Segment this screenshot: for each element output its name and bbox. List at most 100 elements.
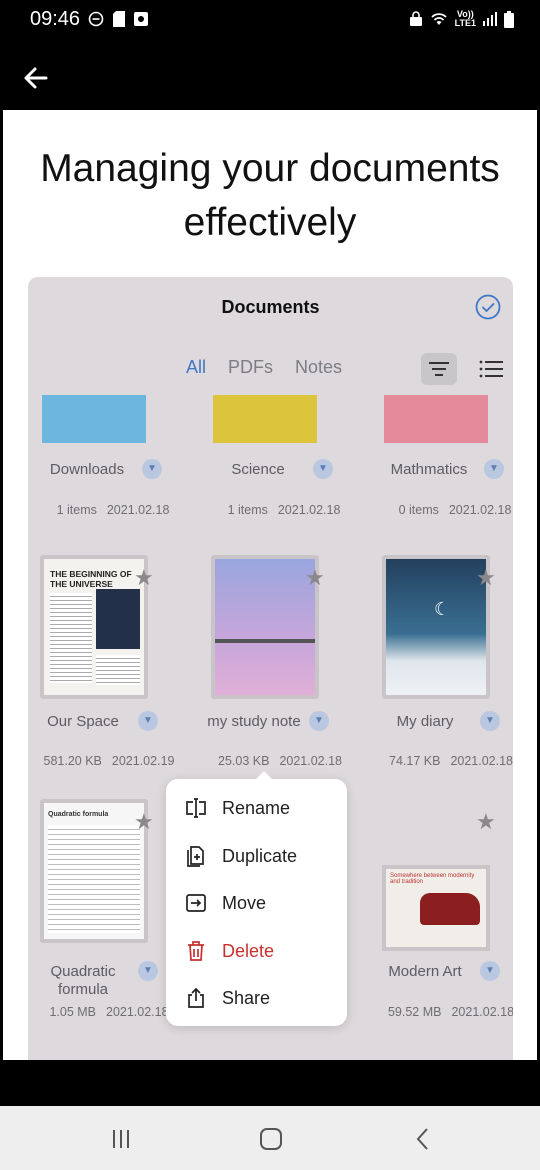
item-count: 0 items (398, 503, 439, 517)
folder-meta: 1 items 2021.02.18 (203, 503, 365, 517)
context-menu: Rename Duplicate Move Delete Share (166, 771, 347, 1026)
car-image (420, 893, 480, 925)
folder-meta: 0 items 2021.02.18 (374, 503, 513, 517)
star-icon[interactable]: ★ (305, 565, 325, 591)
dnd-icon (88, 11, 104, 27)
chevron-down-icon[interactable]: ▼ (484, 459, 504, 479)
menu-item-label: Share (222, 987, 271, 1008)
select-all-check-icon[interactable] (475, 294, 501, 320)
tab-bar: All PDFs Notes (186, 357, 342, 378)
system-nav-bar (0, 1106, 540, 1170)
file-thumbnail: ☾ (382, 555, 490, 699)
trash-icon (188, 941, 204, 961)
recent-apps-icon[interactable] (106, 1124, 136, 1154)
file-date: 2021.02.18 (106, 1005, 169, 1019)
thumbnail-title: Somewhere between modernity and traditio… (390, 873, 475, 885)
menu-item-label: Delete (222, 940, 275, 961)
battery-icon (504, 10, 514, 28)
folder-icon (42, 395, 146, 443)
file-name: Modern Art (388, 963, 462, 980)
menu-item-move[interactable]: Move (184, 888, 266, 918)
file-modern-art[interactable]: ★ Somewhere between modernity and tradit… (370, 799, 513, 1029)
chevron-down-icon[interactable]: ▼ (142, 459, 162, 479)
status-bar: 09:46 Vo)) LTE1 (0, 0, 540, 44)
move-icon (186, 894, 206, 912)
file-our-space[interactable]: THE BEGINNING OF THE UNIVERSE ★ Our Spac… (28, 555, 190, 775)
file-name-line-1: Quadratic (50, 963, 116, 980)
lock-icon (409, 11, 422, 26)
star-icon[interactable]: ★ (476, 809, 496, 835)
chevron-down-icon[interactable]: ▼ (480, 711, 500, 731)
headline-line-2: effectively (183, 201, 357, 244)
media-icon (134, 12, 148, 26)
folder-icon (213, 395, 317, 443)
thumbnail-text-lines (50, 593, 92, 683)
chevron-down-icon[interactable]: ▼ (138, 711, 158, 731)
file-thumbnail: Somewhere between modernity and traditio… (382, 865, 490, 951)
star-icon[interactable]: ★ (476, 565, 496, 591)
thumbnail-text-lines (96, 655, 140, 685)
file-size: 74.17 KB (389, 754, 441, 768)
item-count: 1 items (227, 503, 268, 517)
headline: Managing your documents effectively (3, 142, 537, 250)
notebook-band (215, 639, 315, 643)
headline-line-1: Managing your documents (40, 147, 500, 190)
thumbnail-title: Quadratic formula (48, 811, 109, 818)
file-thumbnail (211, 555, 319, 699)
folder-downloads[interactable]: Downloads ▼ 1 items 2021.02.18 (32, 395, 194, 525)
chevron-down-icon[interactable]: ▼ (138, 961, 158, 981)
file-date: 2021.02.18 (451, 1005, 513, 1019)
menu-item-delete[interactable]: Delete (184, 936, 274, 966)
bottom-spacer (0, 1060, 540, 1106)
menu-item-label: Rename (222, 797, 291, 818)
tab-notes[interactable]: Notes (295, 357, 342, 378)
item-date: 2021.02.18 (448, 503, 512, 517)
file-size: 581.20 KB (43, 754, 102, 768)
tab-pdfs[interactable]: PDFs (228, 357, 273, 378)
chevron-down-icon[interactable]: ▼ (313, 459, 333, 479)
rename-icon (186, 798, 206, 818)
file-size: 59.52 MB (387, 1005, 442, 1019)
thumbnail-title: THE BEGINNING OF THE UNIVERSE (50, 569, 132, 589)
chevron-down-icon[interactable]: ▼ (480, 961, 500, 981)
duplicate-icon (187, 846, 204, 867)
file-date: 2021.02.19 (111, 754, 175, 768)
file-my-study-note[interactable]: ★ my study note ▼ 25.03 KB 2021.02.18 (199, 555, 361, 775)
file-size: 1.05 MB (49, 1005, 96, 1019)
home-icon[interactable] (256, 1124, 286, 1154)
lte-indicator: Vo)) LTE1 (455, 10, 476, 28)
item-count: 1 items (56, 503, 97, 517)
file-my-diary[interactable]: ☾ ★ My diary ▼ 74.17 KB 2021.02.18 (370, 555, 513, 775)
share-icon (188, 987, 204, 1008)
sd-card-icon (113, 11, 125, 27)
folder-meta: 1 items 2021.02.18 (32, 503, 194, 517)
signal-icon (483, 12, 497, 26)
tab-all[interactable]: All (186, 357, 206, 378)
folder-name: Downloads (49, 461, 125, 478)
item-date: 2021.02.18 (277, 503, 341, 517)
filter-icon (429, 362, 449, 376)
app-bar (0, 44, 540, 110)
folder-icon (384, 395, 488, 443)
star-icon[interactable]: ★ (134, 565, 154, 591)
menu-item-label: Duplicate (222, 845, 298, 866)
folder-mathmatics[interactable]: Mathmatics ▼ 0 items 2021.02.18 (374, 395, 513, 525)
back-arrow-icon[interactable] (18, 60, 54, 96)
menu-item-rename[interactable]: Rename (184, 793, 290, 823)
filter-button[interactable] (421, 353, 457, 385)
item-date: 2021.02.18 (106, 503, 170, 517)
file-size: 25.03 KB (218, 754, 270, 768)
list-view-icon[interactable] (475, 353, 507, 385)
menu-pointer (256, 771, 272, 779)
status-time: 09:46 (30, 8, 81, 30)
file-name: my study note (207, 713, 301, 730)
thumbnail-image (96, 589, 140, 649)
file-name: Quadratic formula (28, 963, 138, 999)
file-meta: 59.52 MB 2021.02.18 (370, 1005, 513, 1019)
menu-item-share[interactable]: Share (184, 983, 270, 1013)
star-icon[interactable]: ★ (134, 809, 154, 835)
back-icon[interactable] (408, 1124, 438, 1154)
menu-item-duplicate[interactable]: Duplicate (184, 841, 297, 871)
folder-science[interactable]: Science ▼ 1 items 2021.02.18 (203, 395, 365, 525)
chevron-down-icon[interactable]: ▼ (309, 711, 329, 731)
